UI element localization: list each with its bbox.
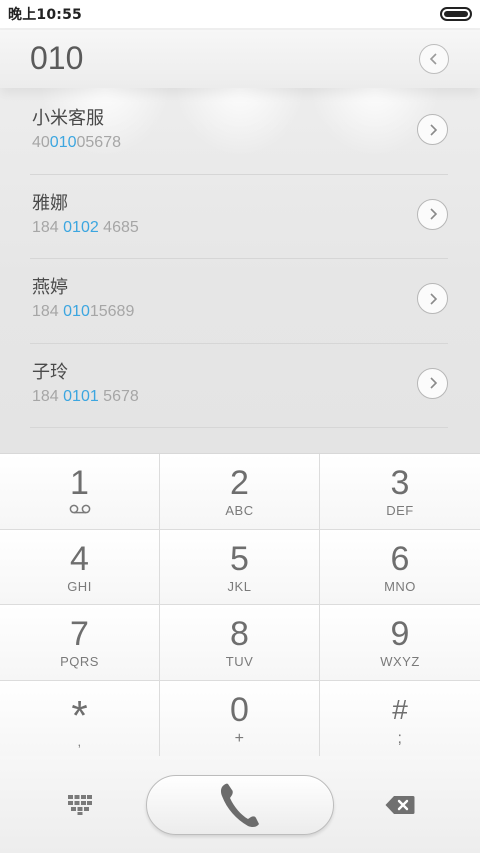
key-digit: 2 — [230, 464, 249, 502]
key-9[interactable]: 9 WXYZ — [320, 605, 480, 681]
status-time: 晚上10:55 — [8, 7, 82, 23]
key-4[interactable]: 4 GHI — [0, 530, 160, 605]
delete-button[interactable] — [380, 792, 420, 818]
key-digit: 1 — [70, 464, 89, 502]
chevron-right-icon — [429, 377, 437, 389]
key-letters: GHI — [67, 578, 92, 594]
key-letters: ; — [397, 730, 403, 747]
number-suffix: 5678 — [98, 387, 139, 405]
key-digit: 9 — [390, 615, 410, 653]
contact-name: 小米客服 — [32, 108, 104, 129]
number-suffix: 05678 — [76, 134, 122, 151]
number-match: 0102 — [63, 218, 99, 236]
search-results-area: 010 小米客服 4001005678 雅娜 184 0102 4685 燕婷 … — [0, 28, 480, 453]
key-0[interactable]: 0 + — [160, 681, 320, 757]
contact-name: 雅娜 — [32, 192, 68, 214]
chevron-right-icon — [429, 123, 437, 136]
chevron-left-icon — [429, 53, 437, 65]
chevron-right-icon — [429, 292, 437, 305]
contact-detail-button[interactable] — [417, 198, 448, 230]
number-suffix: 4685 — [98, 218, 139, 236]
key-letters: ABC — [225, 503, 254, 518]
key-letters: , — [77, 734, 82, 749]
key-7[interactable]: 7 PQRS — [0, 605, 160, 681]
number-prefix: 40 — [32, 134, 50, 151]
contact-detail-button[interactable] — [417, 283, 448, 314]
number-prefix: 184 — [32, 218, 64, 236]
phone-icon — [220, 783, 259, 828]
number-prefix: 184 — [32, 387, 64, 405]
contact-name: 子玲 — [32, 361, 68, 383]
contact-row[interactable]: 小米客服 4001005678 — [30, 90, 448, 175]
key-2[interactable]: 2 ABC — [160, 454, 320, 530]
contact-list: 小米客服 4001005678 雅娜 184 0102 4685 燕婷 184 … — [30, 90, 448, 428]
key-digit: 5 — [230, 539, 249, 578]
key-digit: 8 — [230, 615, 249, 653]
dialed-number-bar: 010 — [0, 30, 480, 88]
key-letters: TUV — [225, 654, 254, 669]
call-button[interactable] — [146, 775, 334, 835]
contact-row[interactable]: 燕婷 184 01015689 — [30, 259, 448, 344]
key-1[interactable]: 1 — [0, 454, 160, 530]
key-letters: + — [234, 730, 245, 747]
backspace-icon — [385, 796, 415, 814]
battery-icon — [440, 7, 472, 21]
key-digit: 6 — [390, 539, 410, 578]
contact-row[interactable]: 子玲 184 0101 5678 — [30, 344, 448, 428]
key-letters: WXYZ — [380, 654, 420, 669]
dialpad-icon — [68, 795, 92, 815]
key-3[interactable]: 3 DEF — [320, 454, 480, 530]
key-6[interactable]: 6 MNO — [320, 530, 480, 605]
key-star[interactable]: * , — [0, 681, 160, 757]
bottom-action-bar — [0, 756, 480, 853]
key-letters: MNO — [384, 578, 416, 594]
contact-detail-button[interactable] — [417, 367, 448, 399]
dial-keypad: 1 2 ABC 3 DEF 4 GHI 5 JKL 6 MNO 7 PQRS 8… — [0, 453, 480, 757]
number-match: 010 — [63, 303, 90, 320]
contact-number: 184 0101 5678 — [32, 388, 139, 406]
key-8[interactable]: 8 TUV — [160, 605, 320, 681]
key-digit: * — [71, 692, 88, 739]
chevron-right-icon — [429, 208, 437, 220]
voicemail-icon — [68, 503, 92, 519]
contact-name: 燕婷 — [32, 277, 68, 298]
key-digit: 3 — [390, 464, 410, 502]
contact-number: 4001005678 — [32, 134, 121, 152]
key-letters: JKL — [227, 578, 252, 594]
number-match: 0101 — [63, 387, 99, 405]
key-digit: 7 — [70, 615, 89, 653]
status-bar: 晚上10:55 — [0, 0, 480, 28]
key-hash[interactable]: # ; — [320, 681, 480, 757]
contact-number: 184 01015689 — [32, 303, 134, 321]
dialed-number[interactable]: 010 — [30, 40, 83, 77]
key-letters: DEF — [386, 503, 414, 518]
dialpad-toggle-button[interactable] — [60, 790, 100, 820]
key-letters: PQRS — [60, 654, 99, 669]
key-digit: 0 — [230, 691, 249, 729]
contact-number: 184 0102 4685 — [32, 219, 139, 237]
battery-fill — [444, 11, 468, 17]
key-digit: # — [392, 694, 408, 725]
contact-detail-button[interactable] — [417, 114, 448, 145]
contact-row[interactable]: 雅娜 184 0102 4685 — [30, 175, 448, 259]
number-match: 010 — [49, 134, 77, 151]
back-button[interactable] — [419, 44, 449, 74]
key-digit: 4 — [70, 539, 89, 578]
number-prefix: 184 — [32, 303, 64, 320]
number-suffix: 15689 — [89, 303, 135, 320]
key-5[interactable]: 5 JKL — [160, 530, 320, 605]
